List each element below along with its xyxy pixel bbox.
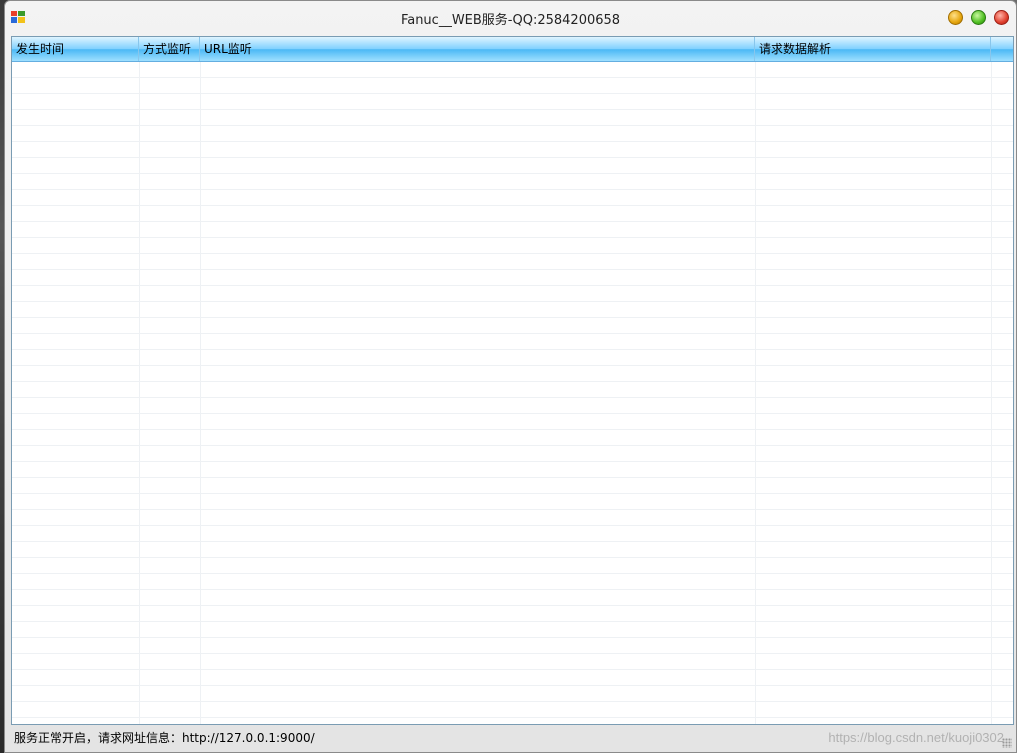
close-icon[interactable]: [994, 10, 1009, 25]
minimize-icon[interactable]: [948, 10, 963, 25]
request-list-view[interactable]: 发生时间 方式监听 URL监听 请求数据解析: [11, 36, 1014, 725]
resize-grip-icon[interactable]: [1002, 738, 1012, 748]
column-header-url[interactable]: URL监听: [200, 37, 755, 61]
column-divider: [755, 62, 756, 724]
main-window: Fanuc__WEB服务-QQ:2584200658 发生时间 方式监听 URL…: [4, 0, 1017, 753]
window-title: Fanuc__WEB服务-QQ:2584200658: [400, 13, 621, 28]
maximize-icon[interactable]: [971, 10, 986, 25]
list-rows: [12, 62, 1013, 724]
column-header-time[interactable]: 发生时间: [12, 37, 139, 61]
column-divider: [200, 62, 201, 724]
column-divider: [139, 62, 140, 724]
watermark: https://blog.csdn.net/kuoji0302: [828, 730, 1004, 745]
column-divider: [991, 62, 992, 724]
column-header-data[interactable]: 请求数据解析: [755, 37, 991, 61]
column-header-filler: [991, 37, 1013, 61]
list-header: 发生时间 方式监听 URL监听 请求数据解析: [12, 37, 1013, 62]
status-text: 服务正常开启，请求网址信息：http://127.0.0.1:9000/: [14, 731, 315, 745]
column-header-method[interactable]: 方式监听: [139, 37, 200, 61]
titlebar[interactable]: Fanuc__WEB服务-QQ:2584200658: [5, 1, 1016, 33]
